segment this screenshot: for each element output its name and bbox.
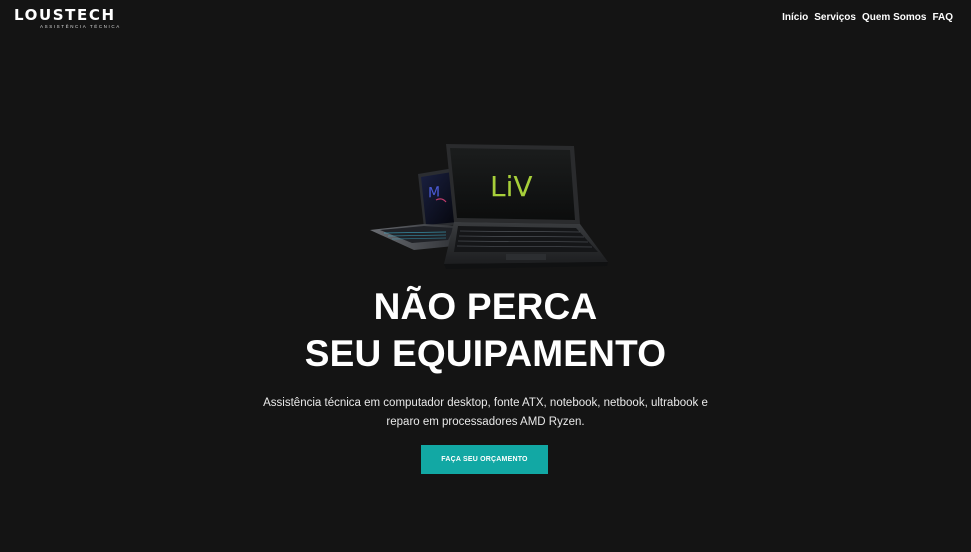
hero-description-line2: reparo em processadores AMD Ryzen. [386,416,585,428]
page: LOUSTECH ASSISTÊNCIA TÉCNICA Início Serv… [0,0,971,552]
main-nav: Início Serviços Quem Somos FAQ [782,12,953,24]
laptop-screen-logo: LiV [490,170,533,203]
nav-item-inicio[interactable]: Início [782,12,808,24]
back-laptop: M [370,168,461,250]
hero-headline-line1: NÃO PERCA [373,286,598,327]
hero-description-line1: Assistência técnica em computador deskto… [263,397,708,409]
hero-headline-line2: SEU EQUIPAMENTO [304,333,667,374]
front-laptop: LiV [444,144,608,269]
nav-item-faq[interactable]: FAQ [932,12,953,24]
nav-item-servicos[interactable]: Serviços [814,12,856,24]
brand-logo[interactable]: LOUSTECH ASSISTÊNCIA TÉCNICA [14,7,126,29]
logo-text: LOUSTECH [14,6,116,24]
logo-subtitle: ASSISTÊNCIA TÉCNICA [40,24,121,29]
quote-button[interactable]: FAÇA SEU ORÇAMENTO [421,445,548,474]
laptops-image: M LiV [370,144,608,269]
nav-item-quem-somos[interactable]: Quem Somos [862,12,926,24]
